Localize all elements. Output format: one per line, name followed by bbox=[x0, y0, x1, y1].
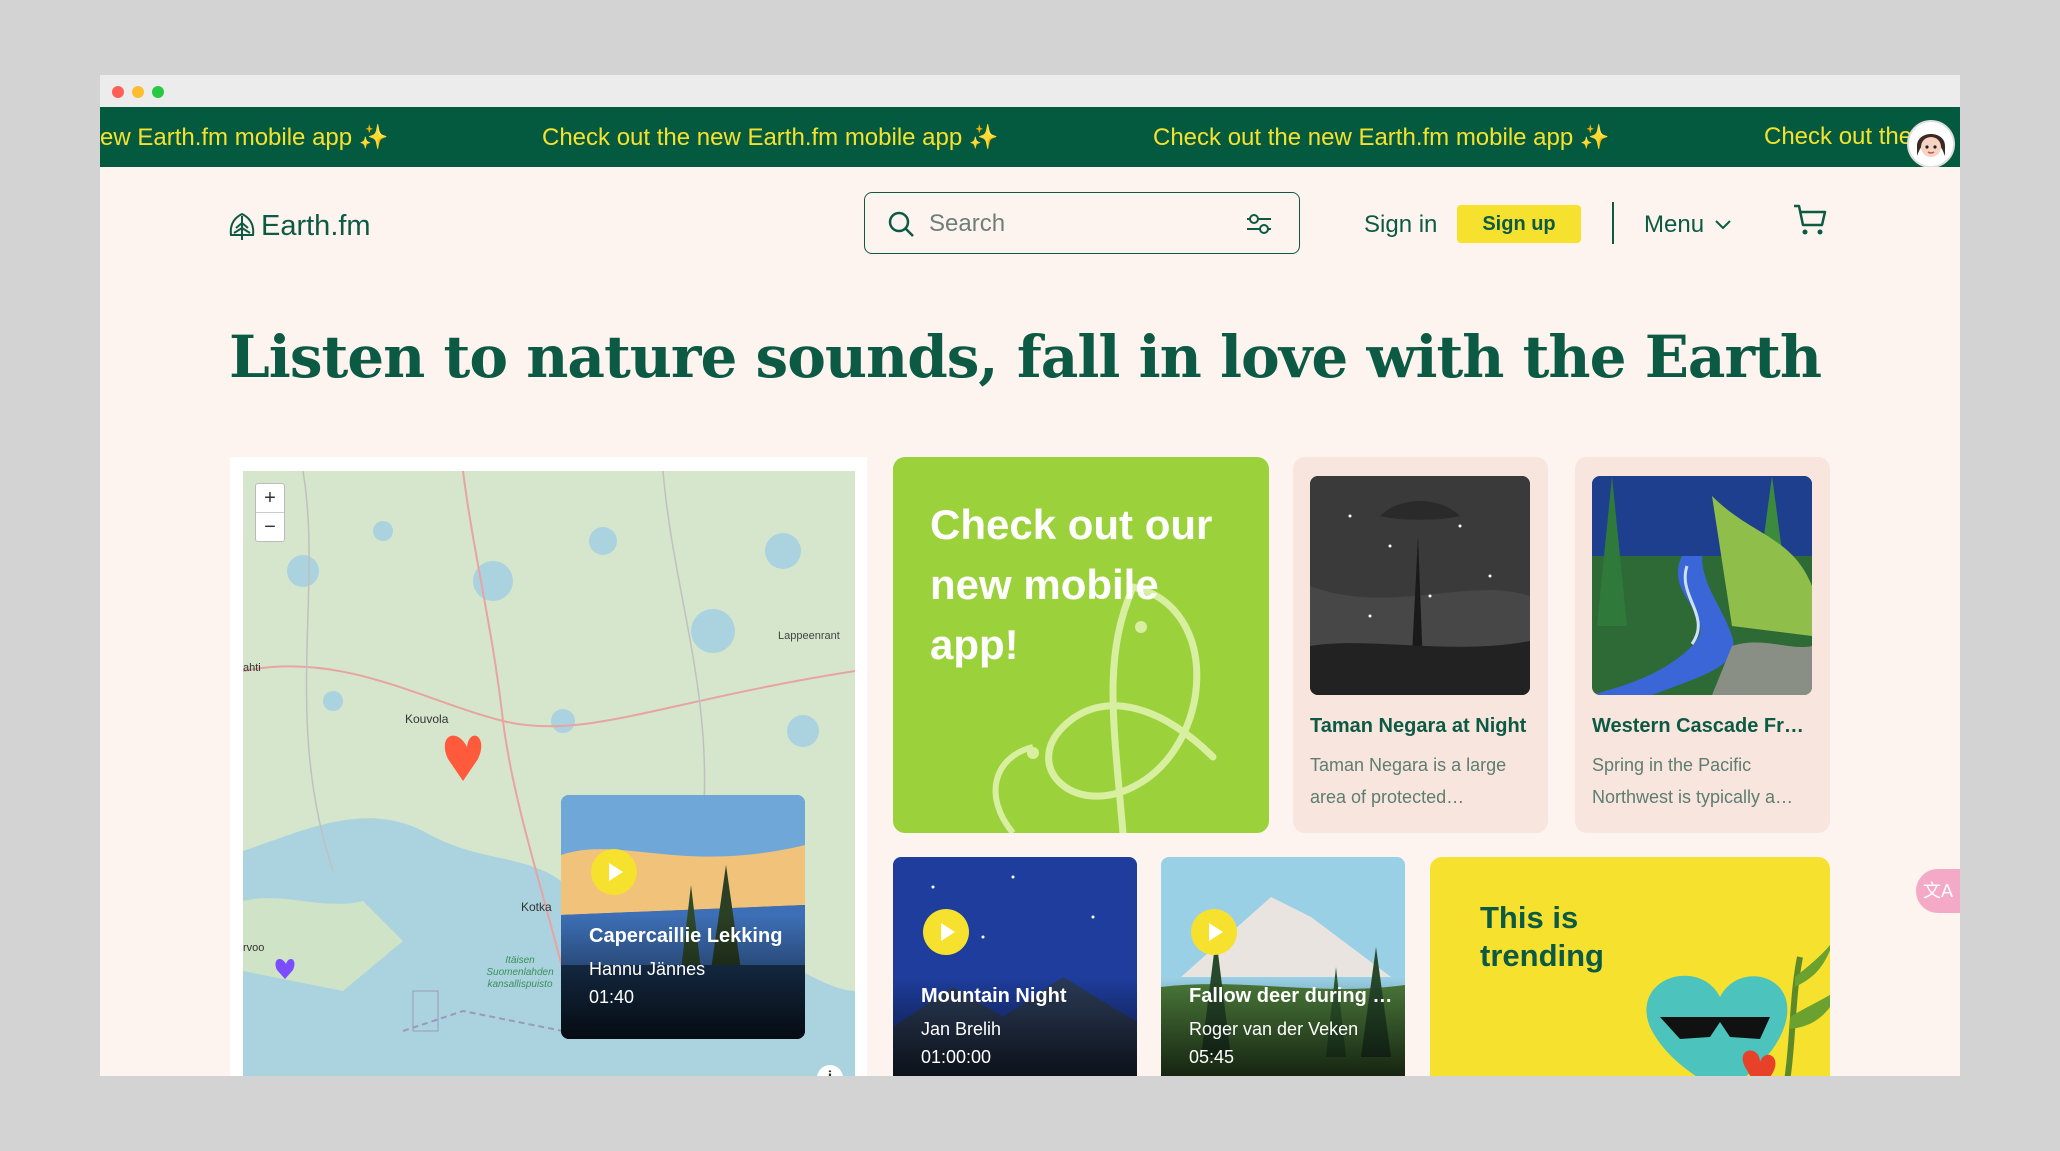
popup-duration: 01:40 bbox=[589, 987, 635, 1007]
map-label-lappeenranta: Lappeenrant bbox=[778, 630, 840, 642]
mobile-app-promo[interactable]: Check out our new mobile app! bbox=[893, 457, 1269, 833]
user-avatar[interactable] bbox=[1907, 120, 1955, 167]
header-divider bbox=[1612, 202, 1614, 244]
mountain-night-artwork bbox=[893, 857, 1137, 1076]
trending-line-2: trending bbox=[1480, 938, 1604, 973]
sound-tile[interactable]: Mountain Night Jan Brelih 01:00:00 bbox=[893, 857, 1137, 1076]
tile-title: Fallow deer during … bbox=[1189, 985, 1393, 1007]
sound-tile[interactable]: Fallow deer during … Roger van der Veken… bbox=[1161, 857, 1405, 1076]
recording-description: Spring in the Pacific Northwest is typic… bbox=[1592, 755, 1794, 807]
recording-title[interactable]: Western Cascade Fr… bbox=[1592, 715, 1817, 738]
browser-window: ew Earth.fm mobile app ✨ Check out the n… bbox=[100, 75, 1960, 1076]
forest-river-artwork bbox=[1592, 476, 1812, 695]
search-icon bbox=[888, 211, 914, 237]
trending-card[interactable]: This is trending bbox=[1430, 857, 1830, 1076]
page-headline: Listen to nature sounds, fall in love wi… bbox=[229, 323, 1822, 391]
map-label-kotka: Kotka bbox=[521, 900, 552, 914]
sign-up-button[interactable]: Sign up bbox=[1457, 205, 1581, 243]
close-window-icon[interactable] bbox=[112, 86, 124, 98]
search-input[interactable] bbox=[927, 207, 1231, 241]
announcement-banner[interactable]: ew Earth.fm mobile app ✨ Check out the n… bbox=[100, 107, 1960, 167]
zoom-control: + − bbox=[255, 483, 285, 542]
recording-card[interactable]: Western Cascade Fr… Spring in the Pacifi… bbox=[1575, 457, 1830, 833]
map-popup-card[interactable]: Capercaillie Lekking Hannu Jännes 01:40 bbox=[561, 795, 805, 1039]
popup-title: Capercaillie Lekking bbox=[589, 925, 783, 947]
tile-duration: 01:00:00 bbox=[921, 1047, 992, 1067]
zoom-in-button[interactable]: + bbox=[256, 484, 284, 513]
minimize-window-icon[interactable] bbox=[132, 86, 144, 98]
tile-play-button[interactable] bbox=[1191, 909, 1237, 955]
fallow-deer-artwork bbox=[1161, 857, 1405, 1076]
map-label-lahti: ahti bbox=[243, 662, 261, 674]
maximize-window-icon[interactable] bbox=[152, 86, 164, 98]
banner-text[interactable]: Check out the new Earth.fm mobile app ✨ bbox=[1153, 123, 1610, 152]
sign-in-link[interactable]: Sign in bbox=[1364, 211, 1437, 239]
sound-map-panel: Lappeenrant Kouvola Kotka ahti rvoo Itäi… bbox=[230, 457, 867, 1076]
sound-map[interactable]: Lappeenrant Kouvola Kotka ahti rvoo Itäi… bbox=[243, 471, 855, 1076]
map-label-porvoo: rvoo bbox=[243, 942, 264, 954]
play-icon bbox=[609, 863, 623, 881]
play-icon bbox=[1209, 923, 1223, 941]
tile-duration: 05:45 bbox=[1189, 1047, 1235, 1067]
tile-author: Roger van der Veken bbox=[1189, 1019, 1359, 1039]
banner-text[interactable]: Check out the bbox=[1764, 123, 1912, 151]
recording-description: Taman Negara is a large area of protecte… bbox=[1310, 755, 1507, 807]
trending-line-1: This is bbox=[1480, 900, 1579, 935]
night-forest-artwork bbox=[1310, 476, 1530, 695]
banner-text[interactable]: ew Earth.fm mobile app ✨ bbox=[100, 123, 389, 152]
trending-heading: This is trending bbox=[1480, 899, 1604, 975]
promo-text: Check out our new mobile app! bbox=[930, 501, 1213, 668]
banner-text[interactable]: Check out the new Earth.fm mobile app ✨ bbox=[542, 123, 999, 152]
tile-play-button[interactable] bbox=[923, 909, 969, 955]
play-icon bbox=[941, 923, 955, 941]
translate-button[interactable]: 文A bbox=[1916, 869, 1960, 913]
popup-author: Hannu Jännes bbox=[589, 959, 706, 979]
recording-card[interactable]: Taman Negara at Night Taman Negara is a … bbox=[1293, 457, 1548, 833]
tile-title: Mountain Night bbox=[921, 985, 1067, 1007]
logo-text: Earth.fm bbox=[261, 210, 371, 242]
menu-button[interactable]: Menu bbox=[1644, 211, 1732, 239]
cool-heart-icon bbox=[1646, 944, 1830, 1076]
map-label-park: Itäisen Suomenlahden kansallispuisto bbox=[486, 955, 554, 990]
earthfm-logo[interactable]: Earth.fm bbox=[229, 210, 371, 243]
chevron-down-icon bbox=[1715, 220, 1731, 230]
popup-play-button[interactable] bbox=[591, 849, 637, 895]
recording-thumbnail bbox=[1310, 476, 1530, 695]
map-label-kouvola: Kouvola bbox=[405, 712, 449, 726]
browser-titlebar bbox=[100, 75, 1960, 107]
menu-label: Menu bbox=[1644, 211, 1705, 238]
recording-thumbnail bbox=[1592, 476, 1812, 695]
leaf-logo-icon bbox=[229, 212, 255, 240]
filter-sliders-icon[interactable] bbox=[1245, 212, 1273, 236]
search-box[interactable] bbox=[864, 192, 1300, 254]
recording-title[interactable]: Taman Negara at Night bbox=[1310, 715, 1535, 738]
avatar-face-icon bbox=[1909, 122, 1953, 166]
zoom-out-button[interactable]: − bbox=[256, 513, 284, 541]
tile-author: Jan Brelih bbox=[921, 1019, 1002, 1039]
cart-icon[interactable] bbox=[1792, 203, 1828, 237]
